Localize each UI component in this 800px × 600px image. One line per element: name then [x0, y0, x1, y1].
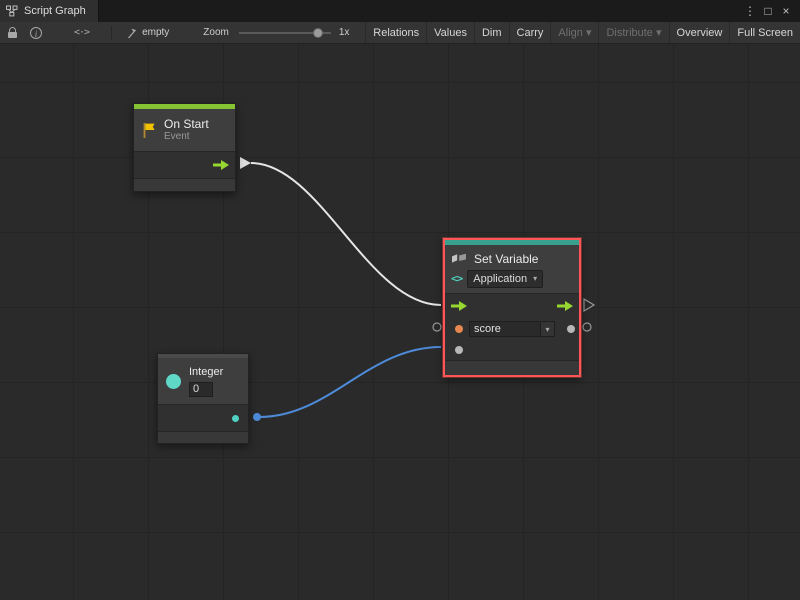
lock-icon[interactable]	[7, 27, 18, 38]
value-wire	[259, 347, 441, 417]
carry-button[interactable]: Carry	[509, 22, 551, 43]
values-button[interactable]: Values	[426, 22, 474, 43]
flow-next-connector	[584, 299, 594, 311]
node-on-start[interactable]: On Start Event	[133, 103, 236, 192]
wires-layer	[0, 44, 800, 600]
tab-script-graph[interactable]: Script Graph	[0, 0, 99, 22]
flow-input-port[interactable]	[451, 301, 467, 311]
caret-down-icon: ▾	[533, 274, 537, 283]
flow-out-connector	[240, 157, 251, 169]
value-input-port[interactable]	[455, 346, 463, 354]
node-set-variable[interactable]: Set Variable <> Application ▾	[443, 238, 581, 377]
window-controls: ⋮ □ ×	[742, 0, 800, 22]
integer-value-field[interactable]: 0	[189, 382, 213, 397]
align-dropdown-button[interactable]: Align ▾	[550, 22, 598, 43]
integer-output-port[interactable]	[232, 415, 239, 422]
graph-name-label: empty	[142, 27, 169, 38]
name-input-port[interactable]	[455, 325, 463, 333]
overview-button[interactable]: Overview	[669, 22, 730, 43]
variable-scope-value: Application	[473, 273, 527, 285]
field-caret-icon[interactable]: ▾	[540, 322, 554, 336]
node-subtitle: Event	[164, 131, 209, 143]
name-left-connector	[433, 323, 441, 331]
toolbar-buttons: Relations Values Dim Carry Align ▾ Distr…	[365, 22, 800, 43]
graph-tab-icon	[6, 5, 18, 17]
flow-wire	[251, 163, 441, 305]
dim-button[interactable]: Dim	[474, 22, 509, 43]
node-title: Set Variable	[474, 252, 538, 266]
code-view-icon[interactable]: <·>	[74, 27, 89, 38]
graph-canvas[interactable]: On Start Event Set Variable	[0, 44, 800, 600]
toolbar-separator	[111, 26, 112, 40]
variable-name-field[interactable]: ▾	[469, 321, 555, 337]
integer-type-icon	[166, 374, 181, 389]
toolbar: i <·> empty Zoom 1x Relations Values Dim…	[0, 22, 800, 44]
zoom-slider[interactable]	[239, 32, 331, 34]
variable-name-input[interactable]	[470, 322, 540, 336]
distribute-dropdown-button[interactable]: Distribute ▾	[598, 22, 668, 43]
node-title: On Start	[164, 117, 209, 131]
fullscreen-button[interactable]: Full Screen	[729, 22, 800, 43]
name-right-connector	[583, 323, 591, 331]
node-title: Integer	[189, 366, 223, 379]
integer-out-connector	[253, 413, 261, 421]
variable-scope-dropdown[interactable]: Application ▾	[467, 270, 543, 288]
maximize-icon[interactable]: □	[760, 0, 776, 22]
graph-flag-icon	[126, 27, 138, 39]
close-icon[interactable]: ×	[778, 0, 794, 22]
result-output-port[interactable]	[567, 325, 575, 333]
flag-icon	[142, 122, 156, 139]
title-bar: Script Graph ⋮ □ ×	[0, 0, 800, 22]
flow-output-port[interactable]	[557, 301, 573, 311]
node-integer[interactable]: Integer 0	[157, 353, 249, 444]
relations-button[interactable]: Relations	[365, 22, 426, 43]
variables-icon	[451, 253, 468, 265]
menu-dots-icon[interactable]: ⋮	[742, 0, 758, 22]
code-brackets-icon: <>	[451, 272, 462, 285]
zoom-slider-knob[interactable]	[313, 28, 323, 38]
info-icon[interactable]: i	[30, 27, 42, 39]
flow-output-port[interactable]	[213, 160, 229, 170]
zoom-value: 1x	[339, 27, 350, 38]
zoom-label: Zoom	[203, 27, 229, 38]
tab-title: Script Graph	[24, 5, 86, 17]
